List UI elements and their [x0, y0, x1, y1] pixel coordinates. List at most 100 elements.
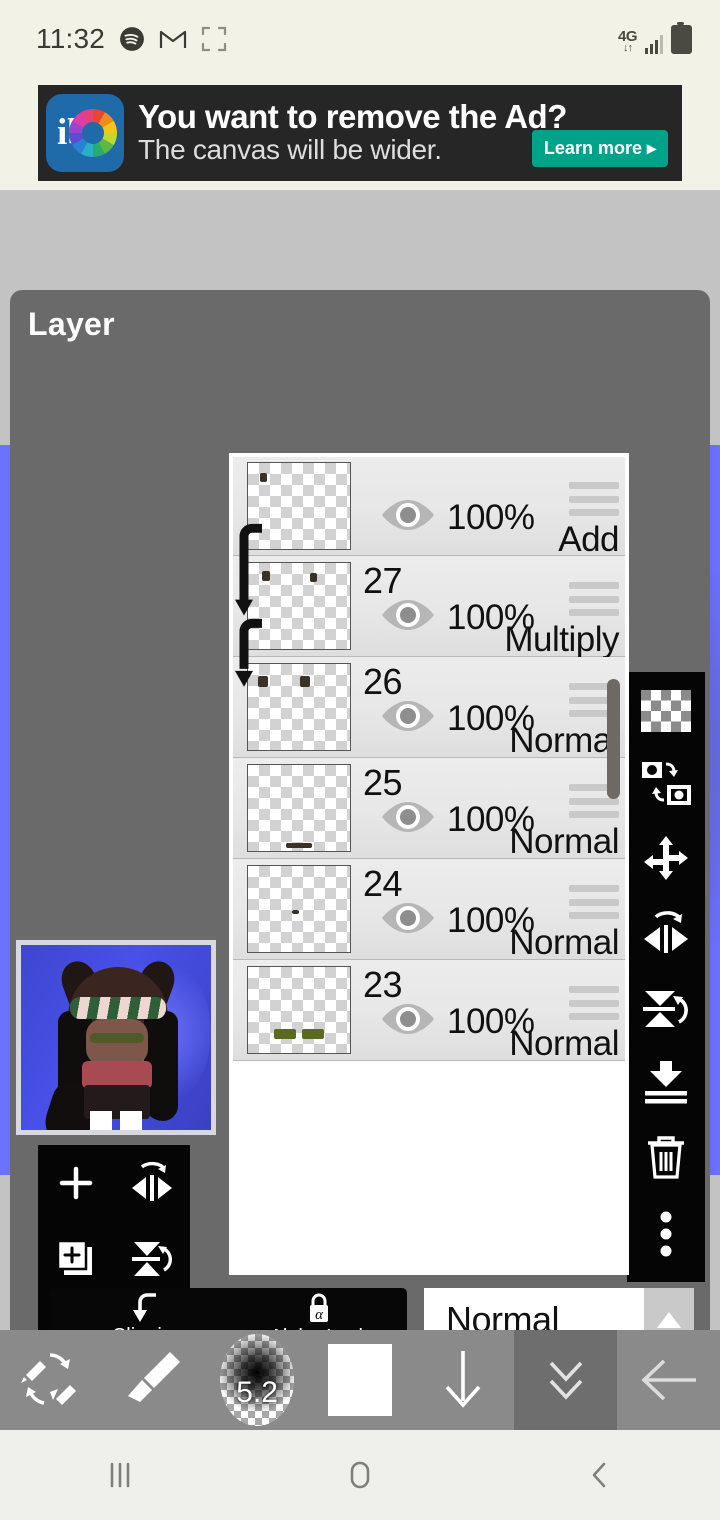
layer-right-toolbar	[627, 672, 705, 1282]
move-layer-button[interactable]	[642, 834, 690, 887]
layer-number: 24	[363, 863, 403, 904]
canvas-preview-thumbnail[interactable]	[16, 940, 216, 1135]
layer-thumbnail[interactable]	[247, 764, 351, 852]
clipping-icon	[133, 1292, 156, 1322]
layer-info: 100% Add	[351, 462, 625, 559]
layer-blend-mode: Normal	[509, 1024, 619, 1063]
gmail-icon	[159, 30, 187, 48]
layer-visibility-toggle[interactable]	[379, 800, 437, 834]
color-swatch-button[interactable]	[309, 1330, 412, 1430]
layer-drag-handle[interactable]	[569, 986, 619, 1020]
layer-row[interactable]: 100% Add	[233, 457, 625, 559]
download-arrow-icon	[445, 1351, 481, 1408]
duplicate-layer-button[interactable]	[38, 1221, 114, 1297]
layer-info: 23 100% Normal	[351, 964, 625, 1063]
layer-drag-handle[interactable]	[569, 582, 619, 616]
flip-horizontal-button-right[interactable]	[640, 910, 692, 961]
undo-redo-tool-button[interactable]	[0, 1330, 103, 1430]
layer-blend-mode: Add	[558, 520, 619, 559]
transparency-checker-button[interactable]	[641, 689, 691, 737]
layer-list-scrollbar[interactable]	[607, 679, 620, 799]
layer-visibility-toggle[interactable]	[379, 498, 437, 532]
flip-horizontal-icon	[644, 911, 688, 954]
layer-visibility-toggle[interactable]	[379, 699, 437, 733]
android-nav-bar	[0, 1430, 720, 1520]
flip-vertical-button-right[interactable]	[640, 985, 692, 1036]
layer-list-scroll-content: 100% Add 27 100% Multiply 26 100% Normal 25 100% N…	[233, 457, 625, 1063]
recents-icon	[110, 1462, 130, 1488]
layer-drag-handle[interactable]	[569, 885, 619, 919]
download-button[interactable]	[411, 1330, 514, 1430]
brush-tool-button[interactable]	[103, 1330, 206, 1430]
layer-thumbnail[interactable]	[247, 462, 351, 550]
ad-banner-area: ib You want to remove the Ad? The canvas…	[0, 78, 720, 190]
brush-size-button[interactable]: 5.2	[206, 1330, 309, 1430]
layer-panel: Layer 100% Add 27 100% Multiply 26 100% …	[10, 290, 710, 1423]
canvas-left-edge	[0, 445, 10, 1175]
swap-layers-button[interactable]	[640, 760, 692, 811]
ad-banner[interactable]: ib You want to remove the Ad? The canvas…	[38, 85, 682, 181]
layer-thumbnail[interactable]	[247, 865, 351, 953]
flip-horizontal-icon	[132, 1161, 172, 1201]
color-wheel-icon	[69, 109, 117, 157]
add-layer-button[interactable]	[38, 1145, 114, 1221]
merge-down-button[interactable]	[641, 1059, 691, 1110]
move-layer-icon	[644, 836, 688, 881]
layer-blend-mode: Multiply	[504, 620, 619, 659]
layer-row[interactable]: 25 100% Normal	[233, 758, 625, 861]
add-layer-icon	[59, 1166, 93, 1200]
eye-icon	[382, 600, 434, 630]
layer-drag-handle[interactable]	[569, 482, 619, 516]
nav-back-button[interactable]	[480, 1458, 720, 1492]
layer-number: 26	[363, 661, 403, 702]
nav-recents-button[interactable]	[0, 1458, 240, 1492]
preview-character	[38, 956, 182, 1130]
eye-icon	[382, 903, 434, 933]
layer-row[interactable]: 23 100% Normal	[233, 960, 625, 1063]
status-bar-clock: 11:32	[36, 23, 105, 54]
spotify-icon	[120, 27, 144, 51]
layer-visibility-toggle[interactable]	[379, 1002, 437, 1036]
layer-info: 26 100% Normal	[351, 661, 625, 760]
eye-icon	[382, 1004, 434, 1034]
layer-visibility-toggle[interactable]	[379, 598, 437, 632]
status-bar-right: 4G ↓↑	[617, 21, 692, 54]
svg-text:α: α	[315, 1307, 324, 1323]
brush-size-value: 5.2	[236, 1376, 278, 1409]
layer-row[interactable]: 27 100% Multiply	[233, 556, 625, 659]
layer-thumbnail[interactable]	[247, 562, 351, 650]
eye-icon	[382, 802, 434, 832]
delete-layer-button[interactable]	[644, 1133, 688, 1186]
layer-blend-mode: Normal	[509, 822, 619, 861]
transparency-checker-icon	[641, 689, 691, 732]
layer-thumbnail[interactable]	[247, 663, 351, 751]
nav-home-button[interactable]	[240, 1458, 480, 1492]
more-options-button[interactable]	[656, 1209, 676, 1264]
layer-row[interactable]: 24 100% Normal	[233, 859, 625, 962]
collapse-toolbar-button[interactable]	[514, 1330, 618, 1430]
brush-size-icon: 5.2	[220, 1334, 295, 1426]
swap-layers-icon	[642, 761, 691, 805]
flip-horizontal-button[interactable]	[114, 1145, 190, 1221]
color-swatch-icon	[328, 1344, 392, 1416]
page-title: Layer	[28, 306, 115, 342]
back-button[interactable]	[617, 1330, 720, 1430]
status-bar-left: 11:32	[36, 23, 227, 55]
status-bar: 11:32 4G ↓↑	[0, 0, 720, 78]
layer-row[interactable]: 26 100% Normal	[233, 657, 625, 760]
learn-more-button[interactable]: Learn more ▸	[531, 130, 668, 167]
back-icon	[592, 1462, 606, 1488]
layer-blend-mode: Normal	[509, 923, 619, 962]
flip-vertical-button[interactable]	[114, 1221, 190, 1297]
network-type-indicator: 4G ↓↑	[617, 27, 638, 54]
brush-tool-icon	[128, 1352, 181, 1402]
layer-number: 27	[363, 560, 403, 601]
duplicate-layer-icon	[56, 1239, 92, 1275]
layer-number: 25	[363, 762, 403, 803]
layer-visibility-toggle[interactable]	[379, 901, 437, 935]
merge-down-icon	[645, 1060, 687, 1104]
layer-number: 23	[363, 964, 403, 1005]
layer-info: 25 100% Normal	[351, 762, 625, 861]
layer-thumbnail[interactable]	[247, 966, 351, 1054]
layer-list[interactable]: 100% Add 27 100% Multiply 26 100% Normal 25 100% N…	[229, 453, 629, 1275]
